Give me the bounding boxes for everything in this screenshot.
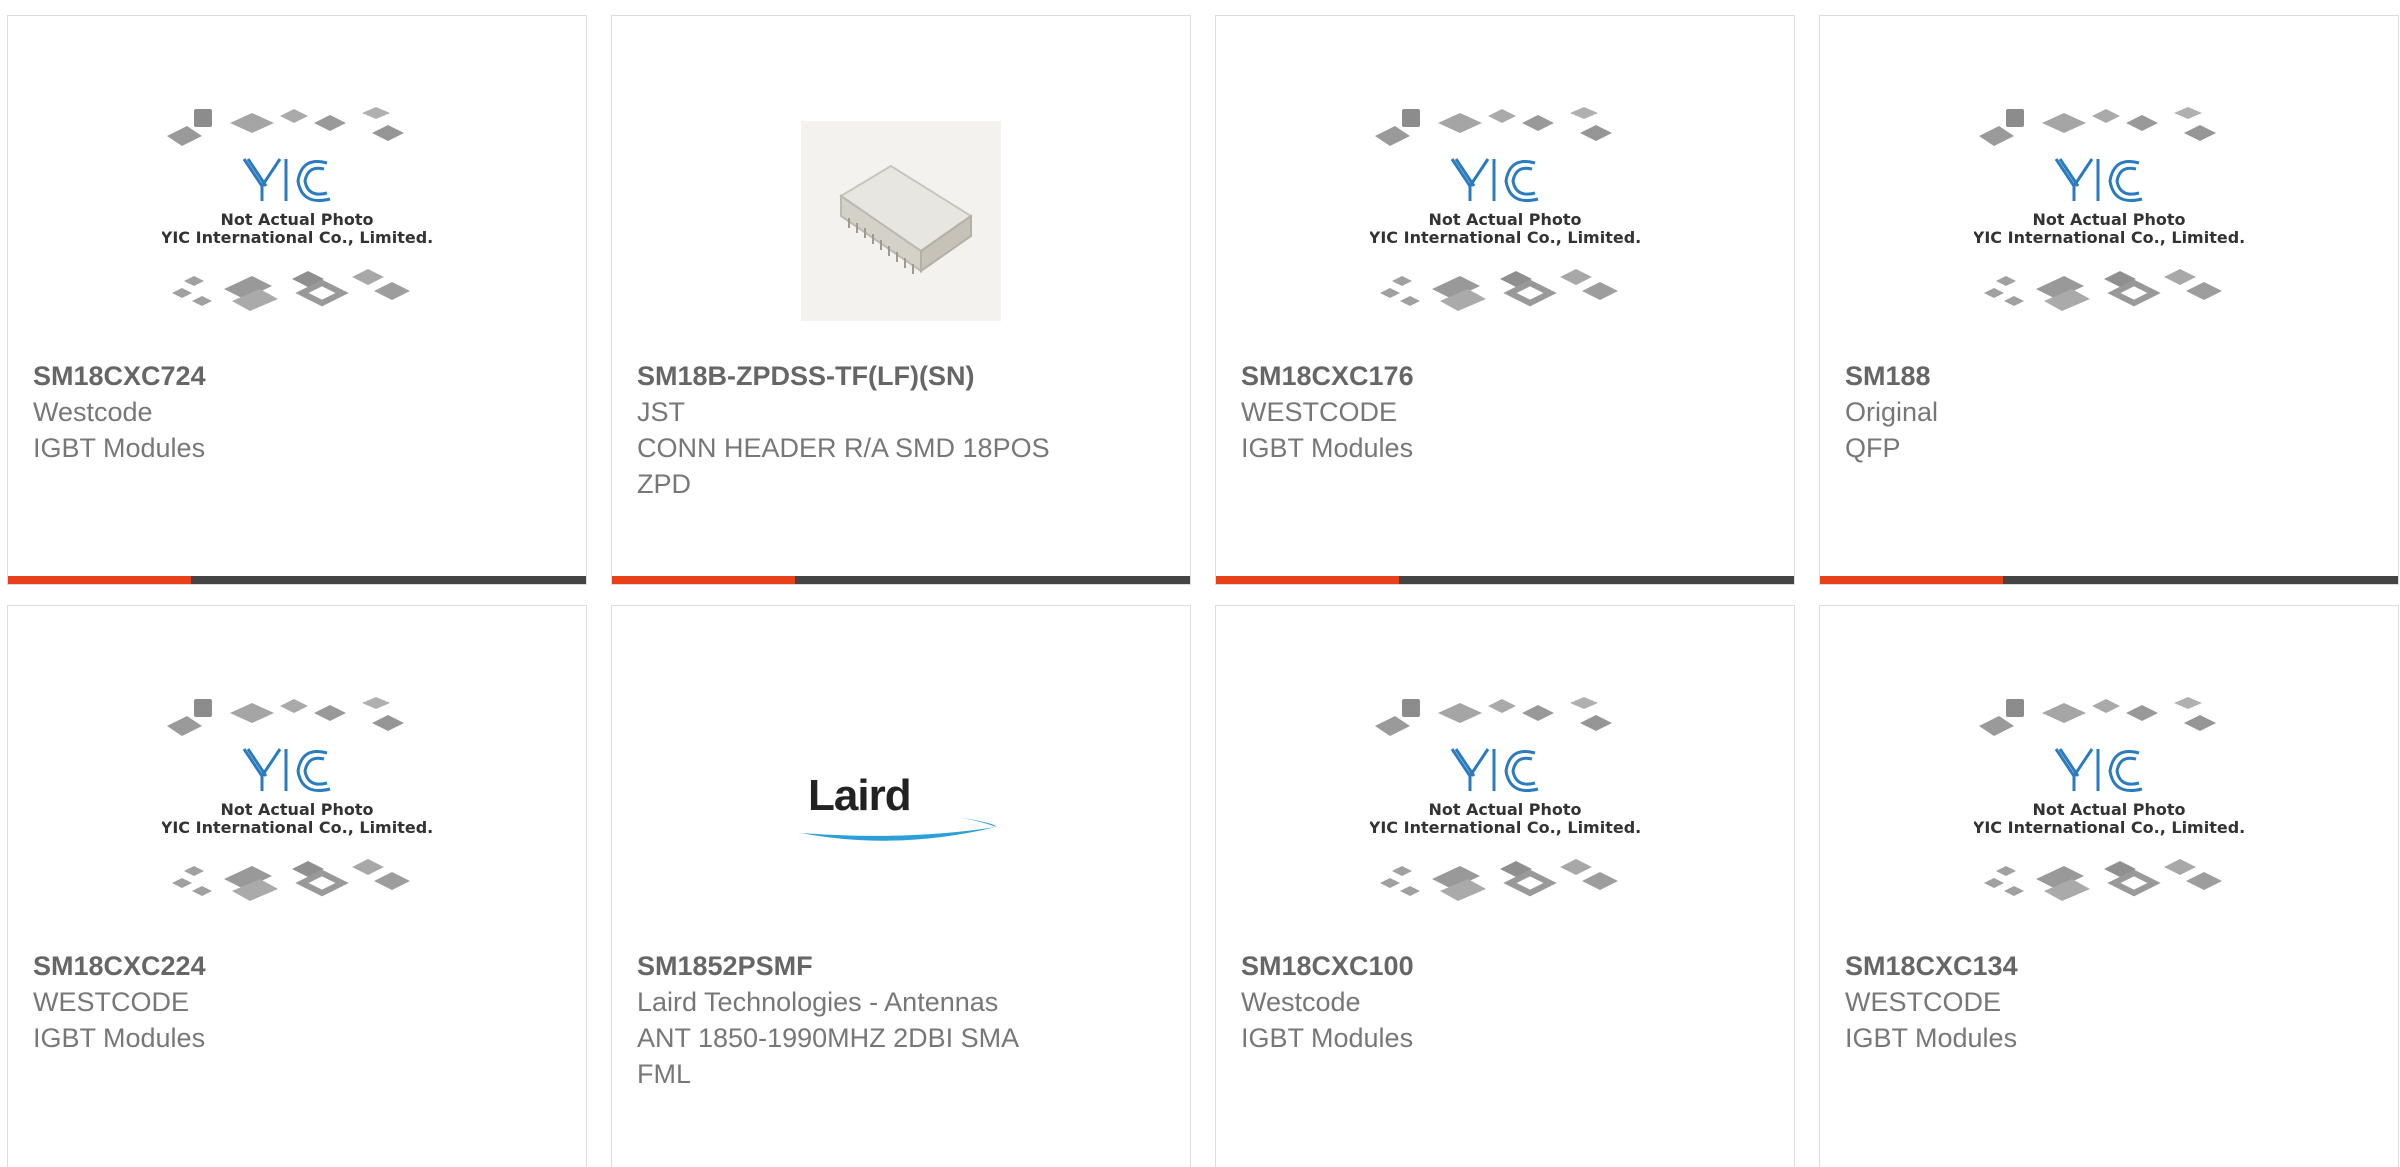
svg-text:YIC International Co., Limited: YIC International Co., Limited.	[162, 818, 432, 837]
product-description: QFP	[1845, 433, 1901, 463]
svg-text:Not Actual Photo: Not Actual Photo	[1428, 800, 1581, 819]
product-description: ANT 1850-1990MHZ 2DBI SMA FML	[637, 1023, 1018, 1089]
svg-text:Not Actual Photo: Not Actual Photo	[1428, 210, 1581, 229]
connector-photo	[801, 121, 1001, 321]
svg-text:Not Actual Photo: Not Actual Photo	[220, 210, 373, 229]
svg-text:YIC International Co., Limited: YIC International Co., Limited.	[162, 228, 432, 247]
product-part-number[interactable]: SM18CXC724	[33, 358, 561, 394]
product-card[interactable]: Not Actual Photo YIC International Co., …	[1819, 15, 2399, 585]
product-description: IGBT Modules	[33, 433, 206, 463]
product-manufacturer: WESTCODE	[33, 987, 190, 1017]
svg-text:YIC International Co., Limited: YIC International Co., Limited.	[1370, 818, 1640, 837]
product-card[interactable]: Not Actual Photo YIC International Co., …	[1215, 15, 1795, 585]
product-manufacturer: Westcode	[1241, 987, 1361, 1017]
product-description: IGBT Modules	[1241, 433, 1414, 463]
svg-text:Not Actual Photo: Not Actual Photo	[2032, 210, 2185, 229]
not-actual-photo-placeholder: Not Actual Photo YIC International Co., …	[1974, 697, 2244, 901]
product-part-number[interactable]: SM18CXC134	[1845, 948, 2373, 984]
product-manufacturer: WESTCODE	[1845, 987, 2002, 1017]
svg-text:Not Actual Photo: Not Actual Photo	[2032, 800, 2185, 819]
not-actual-photo-placeholder: Not Actual Photo YIC International Co., …	[1974, 107, 2244, 311]
card-footer-bar	[612, 576, 1190, 584]
card-footer-bar	[1216, 576, 1794, 584]
not-actual-photo-placeholder: Not Actual Photo YIC International Co., …	[162, 107, 432, 311]
product-part-number[interactable]: SM188	[1845, 358, 2373, 394]
product-image[interactable]: Laird	[612, 671, 1190, 951]
product-manufacturer: WESTCODE	[1241, 397, 1398, 427]
product-image[interactable]: Not Actual Photo YIC International Co., …	[1820, 671, 2398, 951]
product-grid: Not Actual Photo YIC International Co., …	[0, 0, 2400, 1167]
product-image[interactable]: Not Actual Photo YIC International Co., …	[8, 671, 586, 951]
not-actual-photo-placeholder: Not Actual Photo YIC International Co., …	[1370, 697, 1640, 901]
card-footer-accent	[612, 576, 795, 584]
product-part-number[interactable]: SM18CXC224	[33, 948, 561, 984]
svg-text:Not Actual Photo: Not Actual Photo	[220, 800, 373, 819]
svg-text:YIC International Co., Limited: YIC International Co., Limited.	[1974, 228, 2244, 247]
product-card[interactable]: Not Actual Photo YIC International Co., …	[1215, 605, 1795, 1167]
product-part-number[interactable]: SM1852PSMF	[637, 948, 1165, 984]
product-image[interactable]: Not Actual Photo YIC International Co., …	[1820, 81, 2398, 361]
not-actual-photo-placeholder: Not Actual Photo YIC International Co., …	[162, 697, 432, 901]
card-footer-bar	[8, 576, 586, 584]
product-part-number[interactable]: SM18B-ZPDSS-TF(LF)(SN)	[637, 358, 1165, 394]
product-manufacturer: Westcode	[33, 397, 153, 427]
product-part-number[interactable]: SM18CXC176	[1241, 358, 1769, 394]
product-description: IGBT Modules	[1241, 1023, 1414, 1053]
product-part-number[interactable]: SM18CXC100	[1241, 948, 1769, 984]
product-image[interactable]: Not Actual Photo YIC International Co., …	[1216, 81, 1794, 361]
product-image[interactable]	[612, 81, 1190, 361]
product-card[interactable]: SM18B-ZPDSS-TF(LF)(SN) JST CONN HEADER R…	[611, 15, 1191, 585]
product-image[interactable]: Not Actual Photo YIC International Co., …	[8, 81, 586, 361]
product-card[interactable]: Not Actual Photo YIC International Co., …	[7, 15, 587, 585]
product-image[interactable]: Not Actual Photo YIC International Co., …	[1216, 671, 1794, 951]
product-card[interactable]: Not Actual Photo YIC International Co., …	[1819, 605, 2399, 1167]
laird-logo: Laird	[796, 771, 1006, 851]
product-card[interactable]: Not Actual Photo YIC International Co., …	[7, 605, 587, 1167]
card-footer-accent	[1216, 576, 1399, 584]
card-footer-accent	[8, 576, 191, 584]
svg-text:YIC International Co., Limited: YIC International Co., Limited.	[1974, 818, 2244, 837]
product-description: IGBT Modules	[33, 1023, 206, 1053]
product-manufacturer: Laird Technologies - Antennas	[637, 987, 999, 1017]
not-actual-photo-placeholder: Not Actual Photo YIC International Co., …	[1370, 107, 1640, 311]
product-description: CONN HEADER R/A SMD 18POS ZPD	[637, 433, 1050, 499]
connector-icon	[839, 164, 973, 274]
product-card[interactable]: Laird SM1852PSMF Laird Technologies - An…	[611, 605, 1191, 1167]
svg-text:YIC International Co., Limited: YIC International Co., Limited.	[1370, 228, 1640, 247]
product-manufacturer: Original	[1845, 397, 1939, 427]
card-footer-accent	[1820, 576, 2003, 584]
card-footer-bar	[1820, 576, 2398, 584]
product-manufacturer: JST	[637, 397, 686, 427]
product-description: IGBT Modules	[1845, 1023, 2018, 1053]
laird-swoosh-icon	[801, 817, 996, 841]
